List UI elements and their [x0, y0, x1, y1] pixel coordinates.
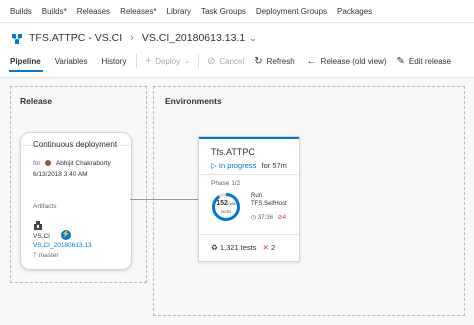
- release-name[interactable]: VS.CI_20180613.13.1: [142, 32, 245, 44]
- progress-done: 152: [216, 200, 228, 207]
- progress-total: /168: [227, 201, 236, 206]
- artifacts-label: Artifacts: [33, 203, 57, 210]
- clock-icon: ◷: [251, 215, 257, 221]
- progress-unit: tasks: [220, 209, 232, 214]
- author-name: Abhijit Chakraborty: [55, 160, 111, 167]
- nav-item-builds[interactable]: Builds: [10, 7, 32, 16]
- chevron-down-icon[interactable]: ⌄: [249, 33, 257, 44]
- deploy-button[interactable]: + Deploy ⌄: [145, 56, 190, 67]
- failed-icon: ✕: [262, 243, 269, 252]
- cancel-icon: ⊘: [206, 55, 216, 67]
- run-time: 37:36: [257, 215, 273, 221]
- env-status-bar: [199, 137, 299, 139]
- env-divider: [199, 174, 299, 175]
- tab-toolbar-row: Pipeline Variables History + Deploy ⌄ ⊘ …: [0, 51, 474, 71]
- environment-card[interactable]: Tfs.ATTPC ▷ In progress for 57m Phase 1/…: [198, 136, 300, 262]
- back-arrow-icon: ←: [306, 55, 317, 67]
- avatar: [45, 160, 52, 166]
- trigger-title: Continuous deployment: [33, 140, 118, 149]
- refresh-icon: ↻: [254, 55, 263, 67]
- plus-icon: +: [145, 55, 152, 67]
- top-nav: Builds Builds* Releases Releases* Library Tas…: [0, 0, 474, 23]
- deploy-label: Deploy: [155, 56, 181, 66]
- run-stats: ◷ 37:36 ⊘4: [251, 214, 286, 221]
- status-duration: for 57m: [261, 161, 287, 170]
- run-errors: 4: [282, 215, 286, 221]
- env-status: ▷ In progress for 57m: [211, 161, 287, 170]
- tab-variables[interactable]: Variables: [55, 57, 88, 66]
- tab-history[interactable]: History: [101, 57, 126, 66]
- run-target: TFS.SelfHost: [251, 201, 287, 207]
- chevron-down-icon: ⌄: [184, 58, 190, 65]
- cancel-label: Cancel: [219, 56, 245, 66]
- pipeline-title[interactable]: TFS.ATTPC - VS.CI: [29, 32, 122, 44]
- active-tab-indicator: [9, 70, 43, 72]
- test-count: 1,321 tests: [219, 243, 257, 252]
- status-text: In progress: [218, 161, 257, 170]
- nav-item-packages[interactable]: Packages: [337, 7, 372, 16]
- pencil-icon: ✎: [396, 55, 405, 67]
- branch: ᛉ master: [33, 252, 59, 259]
- branch-name: master: [38, 252, 59, 259]
- nav-item-deployment-groups[interactable]: Deployment Groups: [256, 7, 327, 16]
- tests-icon: ♻: [211, 243, 218, 252]
- trigger-timestamp: 6/13/2018 3:40 AM: [33, 171, 88, 178]
- toolbar-divider: [136, 54, 138, 68]
- run-label: Run: [251, 193, 263, 199]
- nav-item-library[interactable]: Library: [167, 7, 191, 16]
- pipeline-connector: [130, 199, 198, 200]
- trigger-lightning-icon: ⚡: [61, 230, 71, 240]
- progress-count: 152/168: [211, 200, 241, 207]
- nav-item-releases[interactable]: Releases*: [120, 7, 156, 16]
- for-label: for: [33, 160, 41, 167]
- play-icon: ▷: [211, 161, 217, 170]
- branch-icon: ᛉ: [33, 252, 37, 259]
- refresh-button[interactable]: ↻ Refresh: [254, 56, 294, 67]
- test-summary[interactable]: ♻ 1,321 tests ✕ 2: [211, 243, 275, 252]
- task-progress-ring: 152/168 tasks: [211, 192, 241, 222]
- nav-item-builds[interactable]: Builds*: [42, 7, 67, 16]
- edit-release-label: Edit release: [408, 56, 452, 66]
- release-old-view-label: Release (old view): [320, 56, 387, 66]
- pipeline-icon: [11, 32, 23, 44]
- env-divider: [199, 234, 299, 235]
- refresh-label: Refresh: [266, 56, 295, 66]
- test-failures: 2: [271, 243, 276, 252]
- artifact-version-link[interactable]: VS.CI_20180613.13: [33, 242, 92, 249]
- release-panel-label: Release: [20, 96, 53, 106]
- artifact-name: VS.CI: [33, 233, 50, 240]
- nav-item-task-groups[interactable]: Task Groups: [201, 7, 246, 16]
- cancel-button[interactable]: ⊘ Cancel: [207, 56, 244, 67]
- release-old-view-button[interactable]: ← Release (old view): [307, 56, 387, 67]
- phase-label: Phase 1/2: [211, 180, 241, 187]
- edit-release-button[interactable]: ✎ Edit release: [396, 56, 451, 67]
- env-name: Tfs.ATTPC: [211, 147, 255, 157]
- tab-pipeline[interactable]: Pipeline: [10, 57, 41, 66]
- trigger-meta: for Abhijit Chakraborty: [33, 160, 111, 167]
- title-row: TFS.ATTPC - VS.CI › VS.CI_20180613.13.1 …: [0, 28, 474, 48]
- release-card[interactable]: [20, 132, 132, 270]
- nav-item-releases[interactable]: Releases: [77, 7, 110, 16]
- breadcrumb-separator: ›: [130, 32, 134, 44]
- toolbar-divider: [197, 54, 199, 68]
- environments-panel-label: Environments: [165, 96, 222, 106]
